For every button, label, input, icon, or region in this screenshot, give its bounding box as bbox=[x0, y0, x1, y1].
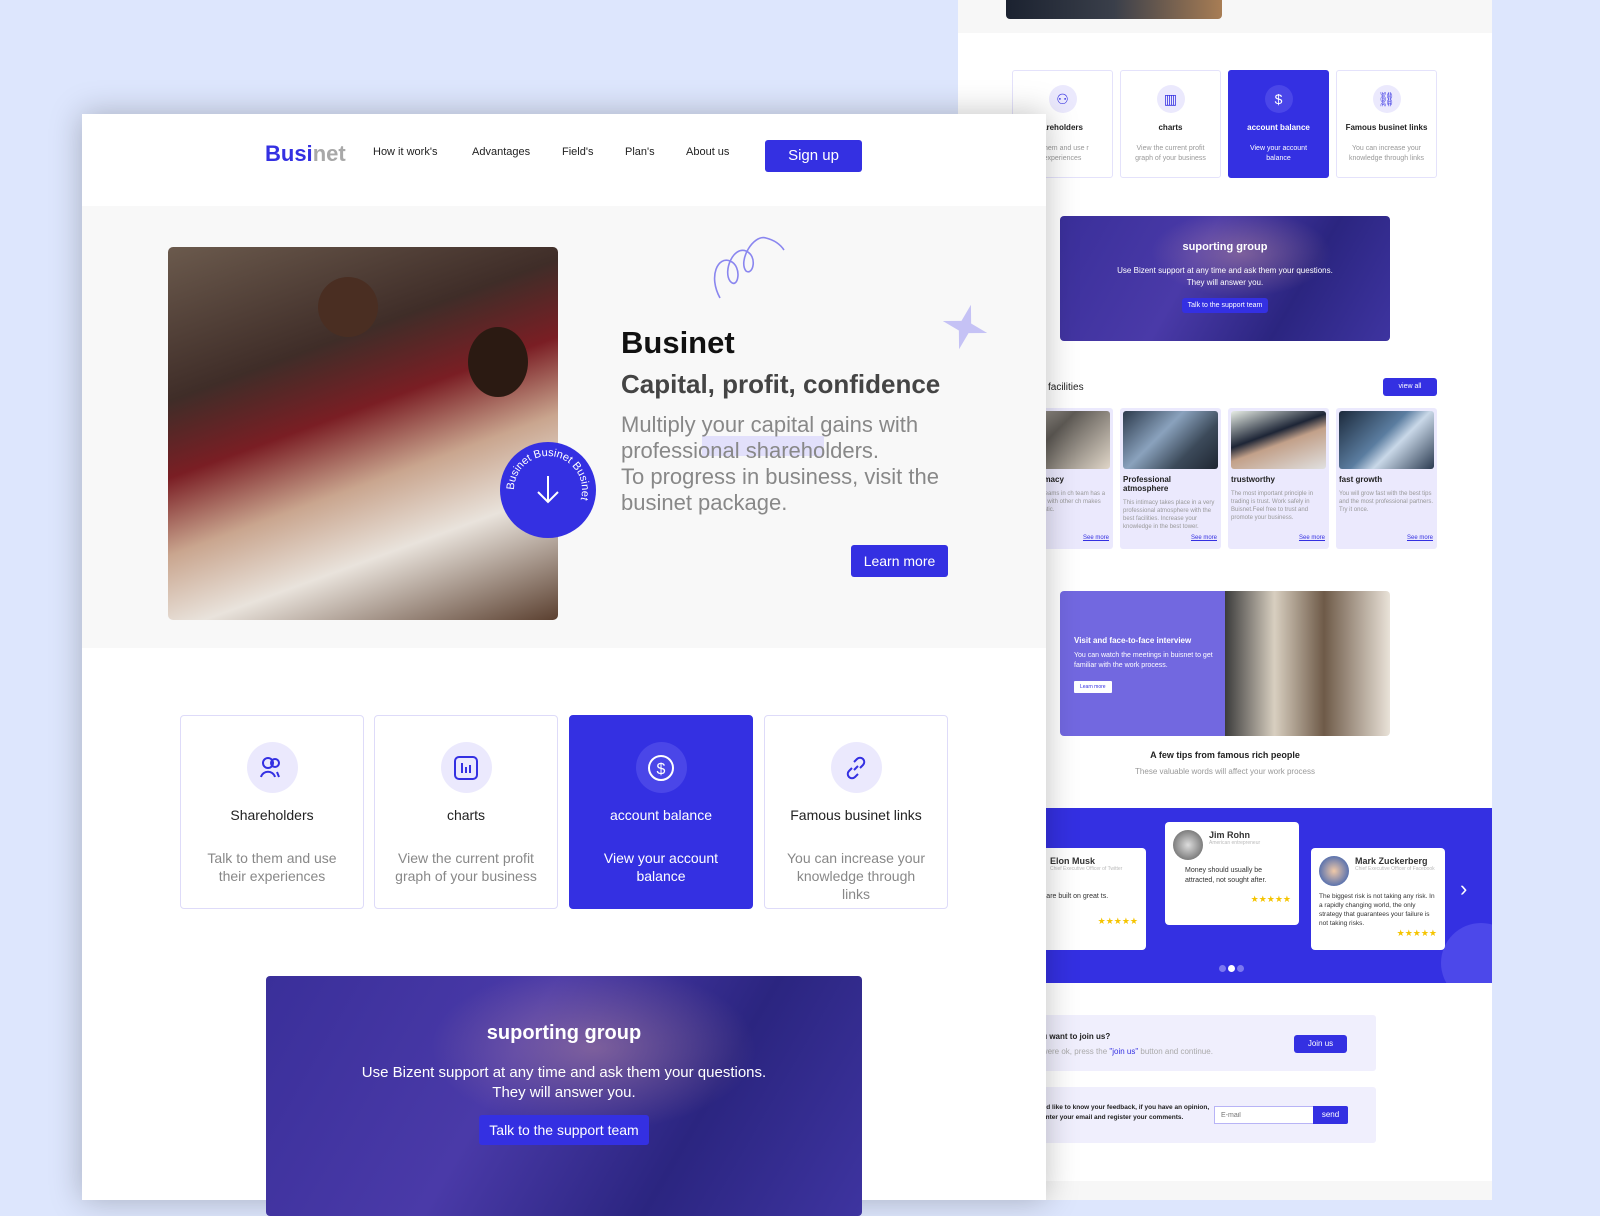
carousel-dot-active[interactable] bbox=[1228, 965, 1235, 972]
nav-fields[interactable]: Field's bbox=[562, 146, 593, 158]
feedback-box: We would like to know your feedback, if … bbox=[1006, 1087, 1376, 1143]
feature-card-charts[interactable]: ▥ charts View the current profit graph of … bbox=[1120, 70, 1221, 178]
see-more-link[interactable]: See more bbox=[1299, 535, 1325, 541]
link-icon bbox=[830, 742, 882, 793]
sign-up-button[interactable]: Sign up bbox=[765, 140, 862, 172]
scroll-down-badge[interactable]: Businet Businet Businet bbox=[498, 440, 598, 540]
view-all-button[interactable]: view all bbox=[1383, 378, 1437, 396]
hero-section: Businet Businet Businet Businet Capital,… bbox=[82, 206, 1046, 648]
nav-advantages[interactable]: Advantages bbox=[472, 146, 530, 158]
see-more-link[interactable]: See more bbox=[1191, 535, 1217, 541]
support-button[interactable]: Talk to the support team bbox=[479, 1115, 649, 1145]
feature-card-account-balance[interactable]: $ account balance View your account balan… bbox=[569, 715, 753, 909]
squiggle-decoration bbox=[713, 237, 785, 299]
see-more-link[interactable]: See more bbox=[1083, 535, 1109, 541]
join-box: Do you want to join us? If you were ok, … bbox=[1006, 1015, 1376, 1071]
logo[interactable]: Businet bbox=[265, 141, 346, 167]
facilities-title: facilities bbox=[1048, 382, 1084, 393]
tips-title: A few tips from famous rich people bbox=[1150, 750, 1300, 760]
avatar bbox=[1319, 856, 1349, 886]
chevron-right-icon[interactable]: › bbox=[1460, 876, 1467, 902]
feature-card-links[interactable]: Famous businet links You can increase you… bbox=[764, 715, 948, 909]
facility-image bbox=[1339, 411, 1434, 469]
join-us-button[interactable]: Join us bbox=[1294, 1035, 1347, 1053]
dollar-icon: $ bbox=[635, 742, 687, 793]
facility-card[interactable]: fast growth You will grow fast with the b… bbox=[1336, 408, 1437, 549]
rating-stars: ★★★★★ bbox=[1097, 916, 1138, 926]
testimonial-card: Elon Musk Chief Executive Officer of Twit… bbox=[1046, 848, 1146, 950]
support-banner: suporting group Use Bizent support at an… bbox=[1060, 216, 1390, 341]
facility-card[interactable]: trustworthy The most important principle … bbox=[1228, 408, 1329, 549]
testimonial-card: Jim Rohn American entrepreneur Money shou… bbox=[1165, 822, 1299, 925]
testimonials-carousel: Elon Musk Chief Executive Officer of Twit… bbox=[1046, 808, 1492, 983]
learn-more-button[interactable]: Learn more bbox=[851, 545, 948, 577]
hero-photo-bottom bbox=[1006, 0, 1222, 19]
link-icon: ⛓ bbox=[1372, 85, 1401, 113]
feature-card-links[interactable]: ⛓ Famous businet links You can increase yo… bbox=[1336, 70, 1437, 178]
users-icon: ⚇ bbox=[1048, 85, 1077, 113]
tips-subtitle: These valuable words will affect your wo… bbox=[1135, 767, 1315, 776]
facility-card[interactable]: Professional atmosphere This intimacy tak… bbox=[1120, 408, 1221, 549]
feature-card-shareholders[interactable]: Shareholders Talk to them and use their e… bbox=[180, 715, 364, 909]
carousel-dot[interactable] bbox=[1219, 965, 1226, 972]
send-button[interactable]: send bbox=[1313, 1106, 1348, 1124]
hero-paragraph: Multiply your capital gains with profess… bbox=[621, 412, 939, 515]
chart-icon: ▥ bbox=[1156, 85, 1185, 113]
email-input[interactable] bbox=[1214, 1106, 1314, 1124]
rating-stars: ★★★★★ bbox=[1250, 894, 1291, 904]
footer bbox=[1006, 1181, 1492, 1200]
see-more-link[interactable]: See more bbox=[1407, 535, 1433, 541]
feature-card-account-balance[interactable]: $ account balance View your account balanc… bbox=[1228, 70, 1329, 178]
facility-image bbox=[1123, 411, 1218, 469]
nav-about-us[interactable]: About us bbox=[686, 146, 729, 158]
facility-image bbox=[1231, 411, 1326, 469]
avatar bbox=[1173, 830, 1203, 860]
interview-banner: Visit and face-to-face interview You can… bbox=[1060, 591, 1390, 736]
support-button[interactable]: Talk to the support team bbox=[1181, 298, 1269, 313]
interview-learn-more-button[interactable]: Learn more bbox=[1074, 681, 1112, 693]
carousel-dot[interactable] bbox=[1237, 965, 1244, 972]
nav-how-it-works[interactable]: How it work's bbox=[373, 146, 437, 158]
testimonial-card: Mark Zuckerberg Chief Executive Officer o… bbox=[1311, 848, 1445, 950]
nav-plans[interactable]: Plan's bbox=[625, 146, 655, 158]
decor-circle bbox=[1441, 923, 1492, 983]
dollar-icon: $ bbox=[1264, 85, 1293, 113]
hero-subtitle: Capital, profit, confidence bbox=[621, 369, 941, 399]
main-page: Businet How it work's Advantages Field's… bbox=[82, 114, 1046, 1216]
svg-text:$: $ bbox=[657, 761, 666, 778]
support-banner: suporting group Use Bizent support at an… bbox=[266, 976, 862, 1216]
star-decoration bbox=[942, 304, 988, 350]
chart-icon bbox=[440, 742, 492, 793]
users-icon bbox=[246, 742, 298, 793]
hero-photo bbox=[168, 247, 558, 620]
feature-card-charts[interactable]: charts View the current profit graph of y… bbox=[374, 715, 558, 909]
carousel-dots bbox=[1219, 965, 1244, 972]
hero-title: Businet bbox=[621, 325, 735, 360]
rating-stars: ★★★★★ bbox=[1396, 928, 1437, 938]
